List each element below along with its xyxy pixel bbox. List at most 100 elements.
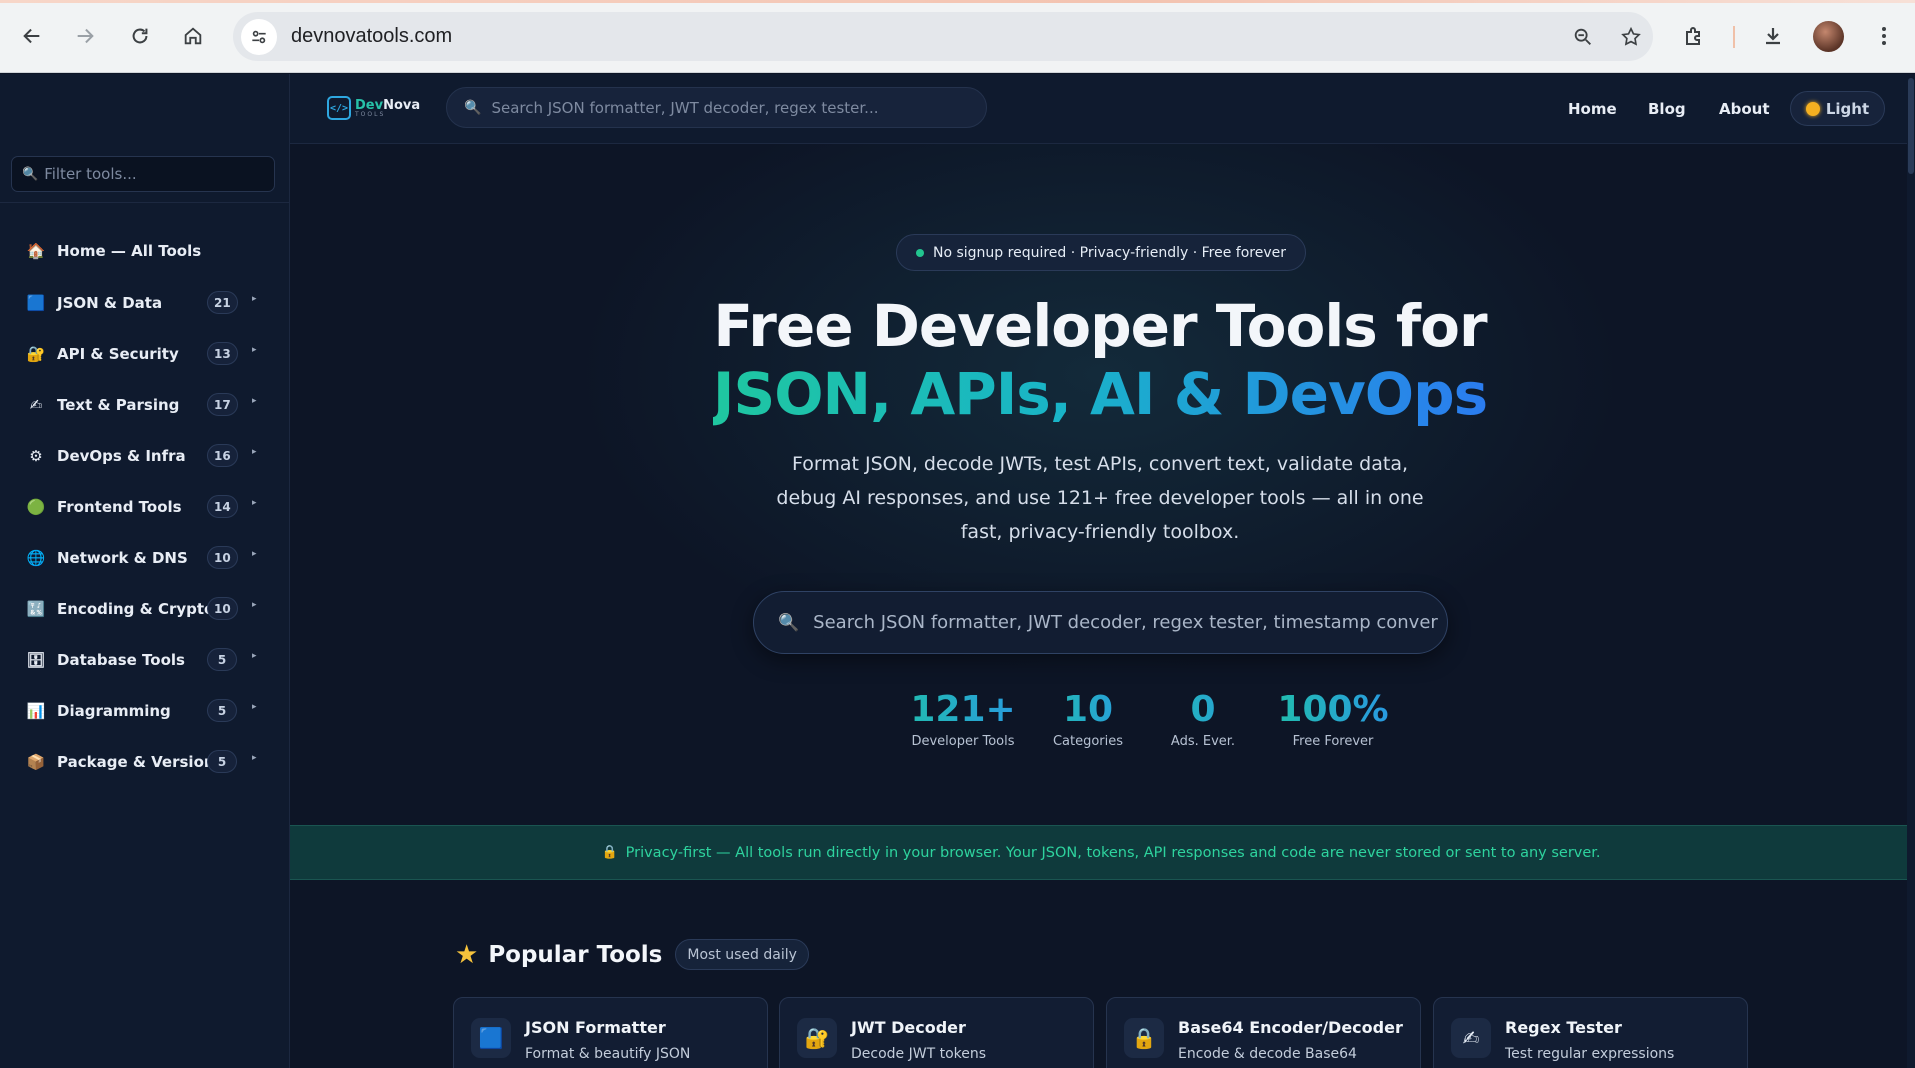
stat-label: Free Forever: [1292, 734, 1374, 749]
tool-card-title: Base64 Encoder/Decoder: [1178, 1018, 1403, 1037]
profile-avatar[interactable]: [1813, 21, 1844, 52]
sidebar-item-devops-infra[interactable]: ⚙ DevOps & Infra 16 ▸: [0, 430, 290, 481]
tool-card-base64[interactable]: 🔒 Base64 Encoder/Decoder Encode & decode…: [1106, 997, 1421, 1068]
popular-tools-tag: Most used daily: [675, 939, 809, 970]
sidebar-item-api-security[interactable]: 🔐 API & Security 13 ▸: [0, 328, 290, 379]
more-vert-icon: [1882, 27, 1886, 45]
database-icon: 🗄: [26, 650, 46, 669]
sidebar-divider: [0, 202, 290, 203]
address-bar[interactable]: devnovatools.com: [233, 12, 1653, 61]
tool-card-description: Decode JWT tokens: [851, 1046, 987, 1062]
reload-button[interactable]: [122, 18, 158, 54]
privacy-banner: 🔒 Privacy-first — All tools run directly…: [290, 825, 1912, 880]
caret-right-icon[interactable]: ▸: [252, 294, 257, 304]
zoom-icon[interactable]: [1565, 19, 1601, 55]
search-icon: 🔍: [464, 99, 482, 116]
caret-right-icon[interactable]: ▸: [252, 702, 257, 712]
header-search[interactable]: 🔍: [446, 87, 987, 128]
count-badge: 13: [207, 342, 238, 365]
sidebar-item-diagramming[interactable]: 📊 Diagramming 5 ▸: [0, 685, 290, 736]
sidebar-item-text-parsing[interactable]: ✍ Text & Parsing 17 ▸: [0, 379, 290, 430]
caret-right-icon[interactable]: ▸: [252, 396, 257, 406]
sidebar: 🔍 🏠 Home — All Tools 🟦 JSON & Data 21 ▸ …: [0, 74, 290, 1068]
arrow-left-icon: [23, 28, 40, 44]
sidebar-item-home[interactable]: 🏠 Home — All Tools: [0, 224, 290, 277]
sidebar-item-frontend-tools[interactable]: 🟢 Frontend Tools 14 ▸: [0, 481, 290, 532]
count-badge: 16: [207, 444, 238, 467]
privacy-text: Privacy-first — All tools run directly i…: [625, 844, 1601, 861]
caret-right-icon[interactable]: ▸: [252, 498, 257, 508]
count-badge: 5: [207, 648, 237, 671]
scrollbar-thumb[interactable]: [1908, 78, 1914, 174]
count-badge: 14: [207, 495, 238, 518]
bookmark-star-icon[interactable]: [1613, 19, 1649, 55]
sidebar-item-network-dns[interactable]: 🌐 Network & DNS 10 ▸: [0, 532, 290, 583]
site-info-icon[interactable]: [241, 18, 277, 55]
hero-search-input[interactable]: [813, 612, 1439, 633]
theme-toggle-label: Light: [1825, 99, 1870, 118]
bar-chart-icon: 📊: [26, 701, 46, 720]
nav-about-link[interactable]: About: [1719, 74, 1770, 144]
forward-button[interactable]: [67, 18, 103, 54]
caret-right-icon[interactable]: ▸: [252, 345, 257, 355]
toolbar-divider: [1733, 26, 1735, 48]
house-icon: 🏠: [26, 241, 46, 260]
browser-menu-button[interactable]: [1866, 18, 1902, 54]
theme-toggle-button[interactable]: Light: [1790, 91, 1885, 126]
sidebar-item-encoding-crypto[interactable]: 🔣 Encoding & Crypto 10 ▸: [0, 583, 290, 634]
package-icon: 📦: [26, 752, 46, 771]
count-badge: 21: [207, 291, 238, 314]
tool-card-regex-tester[interactable]: ✍ Regex Tester Test regular expressions: [1433, 997, 1748, 1068]
hero-search[interactable]: 🔍: [753, 591, 1448, 654]
sidebar-item-label: Diagramming: [57, 701, 171, 720]
blue-square-icon: 🟦: [471, 1018, 511, 1058]
page-scrollbar[interactable]: [1907, 74, 1915, 1068]
caret-right-icon[interactable]: ▸: [252, 651, 257, 661]
sidebar-item-package-version[interactable]: 📦 Package & Version 5 ▸: [0, 736, 290, 787]
sidebar-item-label: Database Tools: [57, 650, 185, 669]
reload-icon: [132, 28, 148, 44]
hero-title-line2: JSON, APIs, AI & DevOps: [290, 360, 1910, 428]
sidebar-item-label: Encoding & Crypto: [57, 599, 215, 618]
caret-right-icon[interactable]: ▸: [252, 447, 257, 457]
hero-title-line1: Free Developer Tools for: [713, 292, 1487, 360]
tool-card-title: JSON Formatter: [525, 1018, 666, 1037]
hero-title-gradient: JSON, APIs, AI & DevOps: [712, 360, 1488, 428]
nav-home-link[interactable]: Home: [1568, 74, 1617, 144]
site-logo[interactable]: </> DevNova TOOLS: [327, 96, 420, 120]
tool-card-description: Format & beautify JSON: [525, 1046, 691, 1062]
caret-right-icon[interactable]: ▸: [252, 549, 257, 559]
home-button[interactable]: [175, 18, 211, 54]
count-badge: 5: [207, 750, 237, 773]
header-search-input[interactable]: [491, 98, 972, 117]
tool-card-jwt-decoder[interactable]: 🔐 JWT Decoder Decode JWT tokens: [779, 997, 1094, 1068]
url-text[interactable]: devnovatools.com: [291, 25, 452, 48]
filter-tools-input[interactable]: [44, 165, 265, 183]
logo-text: DevNova TOOLS: [355, 99, 420, 118]
sidebar-item-json-data[interactable]: 🟦 JSON & Data 21 ▸: [0, 277, 290, 328]
main-content: No signup required · Privacy-friendly · …: [290, 144, 1915, 1068]
lock-icon: 🔒: [601, 845, 618, 860]
sidebar-item-label: Frontend Tools: [57, 497, 182, 516]
filter-box[interactable]: 🔍: [11, 156, 275, 192]
blue-square-icon: 🟦: [26, 293, 46, 312]
nav-blog-link[interactable]: Blog: [1648, 74, 1686, 144]
code-bracket-icon: </>: [327, 96, 351, 120]
downloads-button[interactable]: [1755, 18, 1791, 54]
sidebar-item-label: JSON & Data: [57, 293, 163, 312]
star-icon: ★: [455, 939, 479, 970]
arrow-right-icon: [77, 28, 94, 44]
sidebar-item-label: Home — All Tools: [57, 241, 202, 260]
sidebar-item-label: DevOps & Infra: [57, 446, 186, 465]
sidebar-item-label: Package & Version: [57, 752, 215, 771]
extensions-button[interactable]: [1676, 18, 1712, 54]
tool-card-title: Regex Tester: [1505, 1018, 1622, 1037]
sidebar-item-database-tools[interactable]: 🗄 Database Tools 5 ▸: [0, 634, 290, 685]
sidebar-item-label: Network & DNS: [57, 548, 188, 567]
site-header: </> DevNova TOOLS 🔍 Home Blog About Ligh…: [290, 74, 1915, 144]
back-button[interactable]: [14, 18, 50, 54]
caret-right-icon[interactable]: ▸: [252, 753, 257, 763]
tool-card-json-formatter[interactable]: 🟦 JSON Formatter Format & beautify JSON: [453, 997, 768, 1068]
loading-bar: [0, 0, 1915, 3]
caret-right-icon[interactable]: ▸: [252, 600, 257, 610]
